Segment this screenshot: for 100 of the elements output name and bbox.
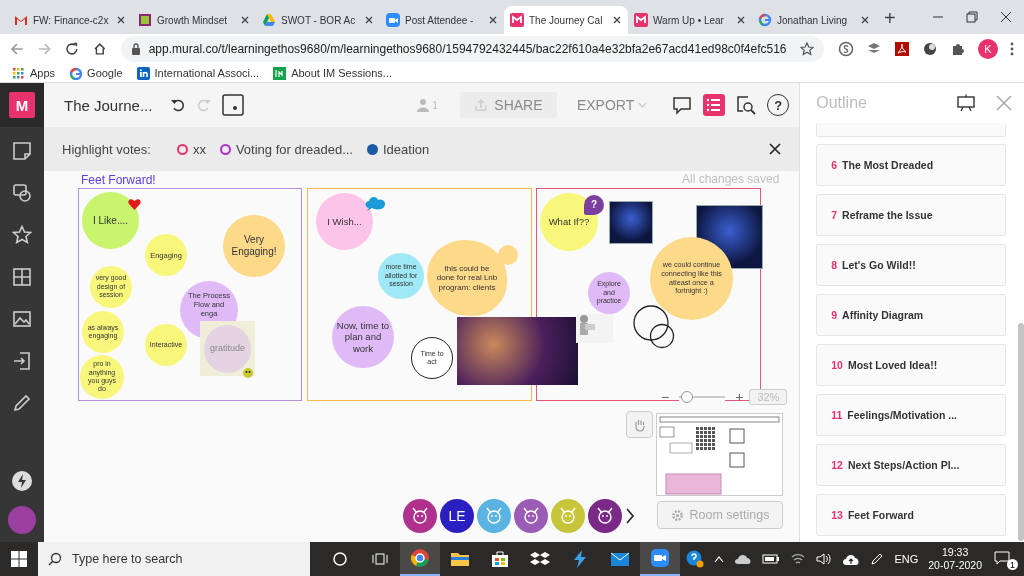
vote-dot[interactable] [367, 143, 378, 155]
task-view-icon[interactable] [372, 552, 388, 566]
pen-icon[interactable] [870, 552, 885, 566]
grid-icon[interactable] [12, 267, 32, 287]
bookmark-link[interactable]: About IM Sessions... [273, 66, 392, 80]
in-logo-icon [136, 66, 150, 80]
shapes-icon[interactable] [12, 183, 32, 203]
close-icon[interactable] [1000, 11, 1012, 23]
cloud-icon[interactable] [734, 553, 753, 565]
close-icon[interactable] [612, 15, 622, 25]
taskbar-search-field[interactable]: Type here to search [38, 542, 310, 576]
pen-icon[interactable] [12, 393, 32, 413]
minimap-drawing[interactable] [656, 413, 783, 496]
comment-button[interactable] [671, 94, 694, 116]
outline-item[interactable]: 11 Feelings/Motivation ... [816, 394, 1006, 436]
new-tab-button[interactable]: + [876, 7, 904, 34]
collaborator-avatar[interactable] [514, 499, 548, 533]
clock-date[interactable]: 20-07-2020 [928, 559, 982, 573]
sticky-note: Very Engaging! [223, 215, 285, 277]
windows-logo-icon[interactable] [11, 551, 27, 567]
presentation-icon[interactable] [956, 94, 976, 112]
battery-icon[interactable] [762, 553, 781, 565]
puzzle-icon[interactable] [950, 41, 966, 57]
close-icon[interactable] [769, 143, 782, 155]
outline-item[interactable]: 12 Next Steps/Action Pl... [816, 444, 1006, 486]
browser-tab[interactable]: FW: Finance-c2x [8, 6, 132, 34]
circle-icon[interactable] [922, 41, 938, 57]
document-icon[interactable] [894, 41, 910, 57]
animal-face-icon [410, 506, 430, 526]
taskbar-app[interactable] [400, 542, 440, 576]
hand-icon [632, 417, 647, 432]
cloud-upload-icon[interactable] [842, 552, 861, 566]
skype-icon[interactable] [838, 41, 854, 57]
close-icon[interactable] [116, 15, 126, 25]
notification-button[interactable]: 1 [992, 548, 1018, 570]
outline-item[interactable]: 7 Reframe the Issue [816, 194, 1006, 236]
speaker-icon[interactable] [816, 552, 833, 566]
app-logo[interactable]: M [9, 92, 35, 118]
chevron-right-icon[interactable] [625, 508, 635, 524]
mural-title[interactable]: The Journe... [64, 96, 153, 114]
language-indicator[interactable]: ENG [894, 553, 919, 565]
outline-item[interactable]: 6 The Most Dreaded [816, 144, 1006, 186]
zoom-out-button[interactable]: − [661, 389, 670, 405]
vote-label[interactable]: Ideation [383, 141, 430, 157]
profile-avatar[interactable]: K [978, 39, 998, 59]
photo-placeholder [609, 201, 653, 244]
reload-icon[interactable] [65, 42, 79, 56]
address-bar[interactable]: app.mural.co/t/learningethos9680/m/learningethos9680/1594792432445/bac22f610a4e32bfa2e67acd41ed98c0f4efc516 [120, 36, 824, 62]
star-icon[interactable] [800, 42, 814, 56]
lightning-icon[interactable] [11, 470, 33, 492]
vote-label[interactable]: xx [192, 141, 206, 157]
outline-item[interactable]: 10 Most Loved Idea!! [816, 344, 1006, 386]
home-icon[interactable] [93, 42, 107, 56]
bookmark-link[interactable]: International Associ... [136, 66, 260, 80]
browser-tab[interactable]: SWOT - BOR Ac [256, 6, 380, 34]
more-icon[interactable] [1010, 42, 1014, 56]
vote-dot[interactable] [176, 143, 188, 155]
outline-button[interactable] [703, 94, 726, 116]
browser-tab[interactable]: Growth Mindset [132, 6, 256, 34]
scrollbar[interactable] [1018, 323, 1024, 541]
lock-icon [130, 43, 141, 55]
import-icon[interactable] [12, 351, 32, 371]
slider-thumb[interactable] [681, 391, 694, 403]
bookmark-link[interactable]: Google [69, 66, 123, 80]
undo-icon[interactable] [170, 97, 187, 113]
clock-time[interactable]: 19:33 [942, 545, 969, 559]
back-arrow-icon[interactable] [10, 42, 24, 56]
close-icon[interactable] [860, 15, 870, 25]
circle-icon[interactable] [333, 552, 347, 566]
close-icon[interactable] [240, 15, 250, 25]
url-text: app.mural.co/t/learningethos9680/m/learningethos9680/1594792432445/bac22f610a4e32bfa2e67acd41ed98c0f4efc516 [148, 42, 788, 56]
sticky-note: gratitude [204, 324, 251, 373]
comment-icon [672, 95, 693, 115]
chevron-up-icon[interactable] [714, 555, 725, 563]
outline-item[interactable]: 13 Feet Forward [816, 494, 1006, 536]
search-button[interactable] [735, 94, 758, 116]
sticky-note-icon[interactable] [12, 141, 32, 161]
browser-tab[interactable]: Warm Up • Lear [628, 6, 752, 34]
close-icon[interactable] [364, 15, 374, 25]
search-icon [48, 552, 62, 566]
vote-dot[interactable] [219, 143, 231, 155]
close-icon[interactable] [736, 15, 746, 25]
browser-tab[interactable]: Jonathan Living [752, 6, 876, 34]
taskbar-app[interactable] [640, 542, 680, 576]
close-icon[interactable] [488, 15, 498, 25]
collaborator-avatar[interactable] [588, 499, 622, 533]
wifi-icon[interactable] [790, 552, 807, 566]
bookmark-link[interactable]: Apps [12, 66, 56, 80]
vote-label[interactable]: Voting for dreaded... [235, 141, 353, 157]
browser-tab[interactable]: Post Attendee - [380, 6, 504, 34]
outline-item[interactable]: 8 Let's Go Wild!! [816, 244, 1006, 286]
collaborator-avatar[interactable]: LE [440, 499, 474, 533]
restore-icon[interactable] [966, 11, 978, 23]
browser-icon [410, 548, 430, 568]
collaborator-avatar[interactable] [403, 499, 437, 533]
image-icon[interactable] [12, 309, 32, 329]
outline-item[interactable]: 9 Affinity Diagram [816, 294, 1006, 336]
help-icon[interactable] [686, 550, 705, 568]
grid-icon [12, 66, 25, 80]
browser-tab[interactable]: The Journey Cal [504, 6, 628, 34]
